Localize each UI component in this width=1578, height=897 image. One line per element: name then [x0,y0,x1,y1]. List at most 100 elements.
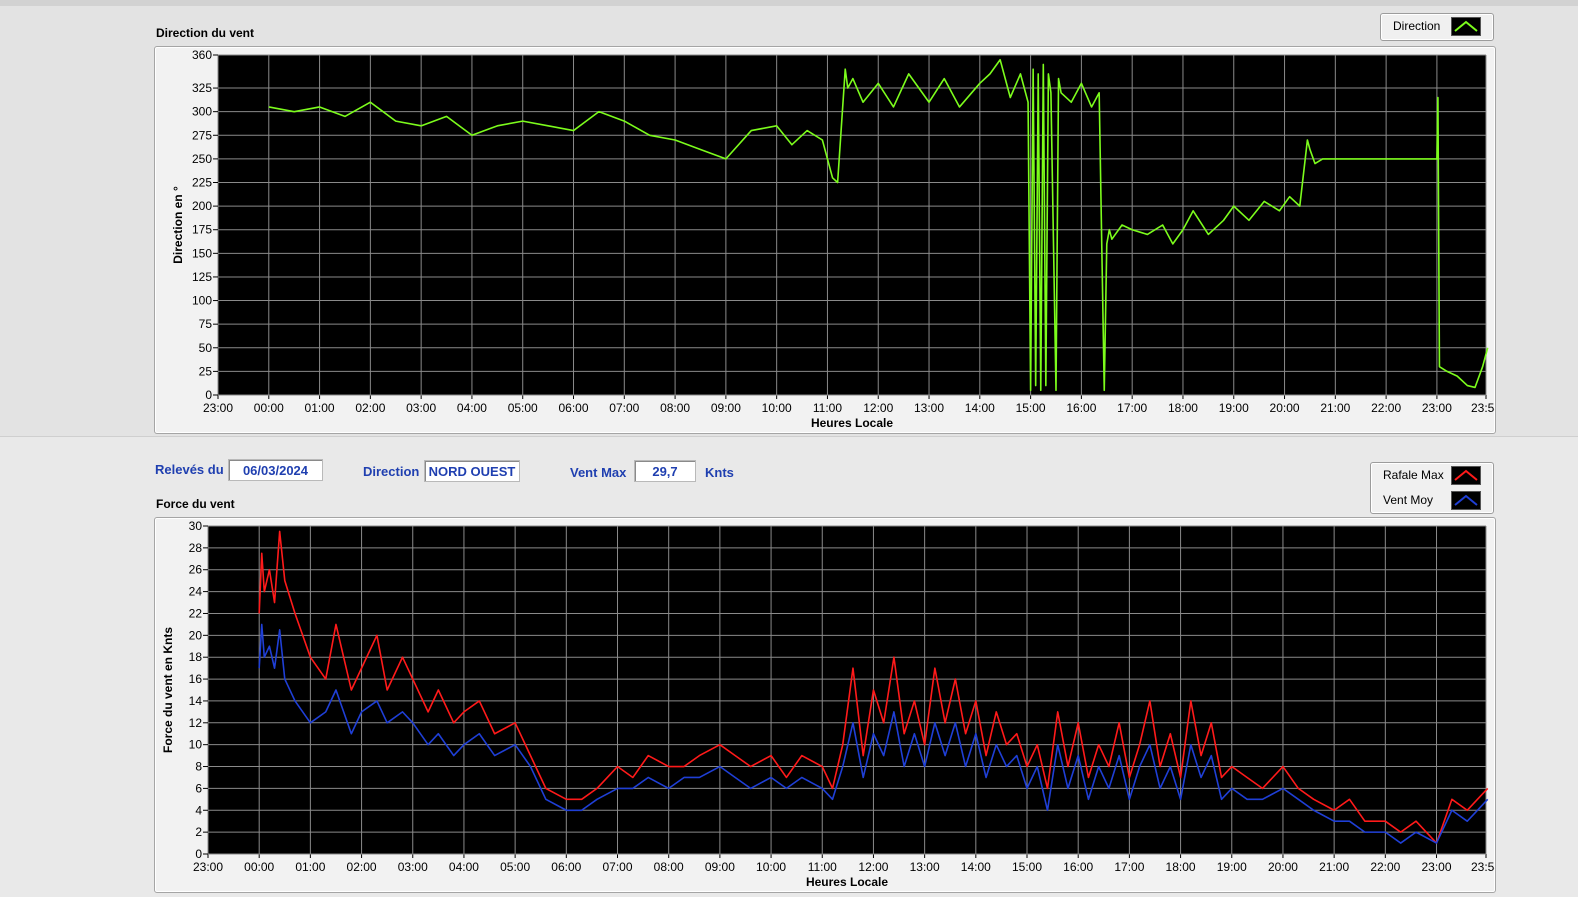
legend-item-vent-moy[interactable]: Vent Moy [1371,488,1493,512]
y-tick-label: 0 [205,388,212,402]
line-swatch-icon [1451,491,1481,510]
y-tick-label: 200 [192,199,212,213]
ventmax-value-field[interactable]: 29,7 [634,460,696,482]
y-tick-label: 0 [195,847,202,861]
x-tick-label: 08:00 [654,860,684,874]
x-tick-label: 16:00 [1063,860,1093,874]
y-tick-label: 75 [199,317,213,331]
x-tick-label: 14:00 [965,401,995,415]
x-tick-label: 23:00 [1422,860,1452,874]
x-tick-label: 20:00 [1268,860,1298,874]
legend-item-direction[interactable]: Direction [1381,14,1493,38]
legend-label-rafale-max: Rafale Max [1383,468,1444,482]
x-tick-label: 01:00 [305,401,335,415]
y-axis-label: Force du vent en Knts [161,627,175,753]
x-tick-label: 20:00 [1270,401,1300,415]
x-tick-label: 22:00 [1371,401,1401,415]
y-tick-label: 14 [189,694,203,708]
x-tick-label: 00:00 [254,401,284,415]
y-tick-label: 275 [192,128,212,142]
x-tick-label: 18:00 [1168,401,1198,415]
force-panel-title: Force du vent [156,497,235,511]
y-tick-label: 360 [192,48,212,62]
ventmax-unit: Knts [705,465,734,480]
x-tick-label: 12:00 [863,401,893,415]
x-tick-label: 03:00 [398,860,428,874]
y-tick-label: 325 [192,81,212,95]
x-tick-label: 21:00 [1319,860,1349,874]
direction-chart[interactable]: 23:00 00:00 01:00 02:00 03:00 04:00 05:00 06:00… [155,47,1495,433]
x-tick-label: 13:00 [914,401,944,415]
direction-legend[interactable]: Direction [1380,13,1494,41]
x-tick-label: 12:00 [858,860,888,874]
x-tick-label: 00:00 [244,860,274,874]
legend-item-rafale-max[interactable]: Rafale Max [1371,463,1493,487]
y-tick-label: 10 [189,738,203,752]
x-tick-label: 19:00 [1219,401,1249,415]
y-tick-label: 24 [189,585,203,599]
x-axis-label: Heures Locale [811,416,893,430]
force-legend[interactable]: Rafale Max Vent Moy [1370,462,1494,514]
x-tick-label: 23:58 [1471,860,1495,874]
x-tick-label: 09:00 [711,401,741,415]
y-axis-label: Direction en ° [171,186,185,264]
x-tick-label: 02:00 [355,401,385,415]
y-tick-label: 28 [189,541,203,555]
x-tick-label: 03:00 [406,401,436,415]
direction-value-field[interactable]: NORD OUEST [424,460,520,482]
y-tick-label: 20 [189,628,203,642]
plot-area [208,526,1486,854]
y-tick-label: 50 [199,341,213,355]
y-tick-label: 6 [195,781,202,795]
y-tick-label: 18 [189,650,203,664]
y-tick-label: 4 [195,803,202,817]
x-tick-label: 15:00 [1012,860,1042,874]
releves-date-field[interactable]: 06/03/2024 [228,459,323,481]
y-tick-label: 175 [192,223,212,237]
x-tick-label: 17:00 [1114,860,1144,874]
x-tick-label: 10:00 [762,401,792,415]
force-chart-frame: 23:00 00:00 01:00 02:00 03:00 04:00 05:00 06:00… [154,517,1496,893]
x-tick-label: 15:00 [1016,401,1046,415]
y-tick-label: 150 [192,246,212,260]
line-swatch-icon [1451,466,1481,485]
ventmax-label: Vent Max [570,465,627,480]
direction-panel-title: Direction du vent [156,26,255,40]
x-tick-label: 22:00 [1370,860,1400,874]
x-tick-label: 13:00 [910,860,940,874]
x-tick-label: 23:00 [1422,401,1452,415]
releves-label: Relevés du [155,462,224,477]
y-tick-label: 225 [192,176,212,190]
y-tick-label: 8 [195,760,202,774]
x-tick-label: 06:00 [558,401,588,415]
y-tick-label: 16 [189,672,203,686]
x-tick-label: 04:00 [449,860,479,874]
x-tick-label: 05:00 [508,401,538,415]
y-tick-label: 125 [192,270,212,284]
plot-area [218,55,1486,395]
x-tick-label: 23:00 [203,401,233,415]
y-tick-label: 250 [192,152,212,166]
x-tick-label: 07:00 [609,401,639,415]
x-tick-label: 21:00 [1320,401,1350,415]
x-tick-label: 17:00 [1117,401,1147,415]
force-chart[interactable]: 23:00 00:00 01:00 02:00 03:00 04:00 05:00 06:00… [155,518,1495,892]
x-tick-label: 11:00 [808,860,837,874]
y-tick-label: 26 [189,563,203,577]
direction-label: Direction [363,464,420,479]
direction-chart-frame: 23:00 00:00 01:00 02:00 03:00 04:00 05:00 06:00… [154,46,1496,434]
x-tick-label: 11:00 [813,401,842,415]
x-tick-label: 09:00 [705,860,735,874]
x-tick-label: 23:58 [1471,401,1495,415]
y-tick-label: 30 [189,519,203,533]
x-tick-label: 10:00 [756,860,786,874]
x-tick-label: 05:00 [500,860,530,874]
x-tick-label: 07:00 [602,860,632,874]
x-tick-label: 14:00 [961,860,991,874]
x-tick-label: 16:00 [1066,401,1096,415]
x-tick-label: 04:00 [457,401,487,415]
y-tick-label: 2 [195,825,202,839]
line-swatch-icon [1451,17,1481,36]
x-tick-label: 23:00 [193,860,223,874]
x-tick-label: 19:00 [1217,860,1247,874]
